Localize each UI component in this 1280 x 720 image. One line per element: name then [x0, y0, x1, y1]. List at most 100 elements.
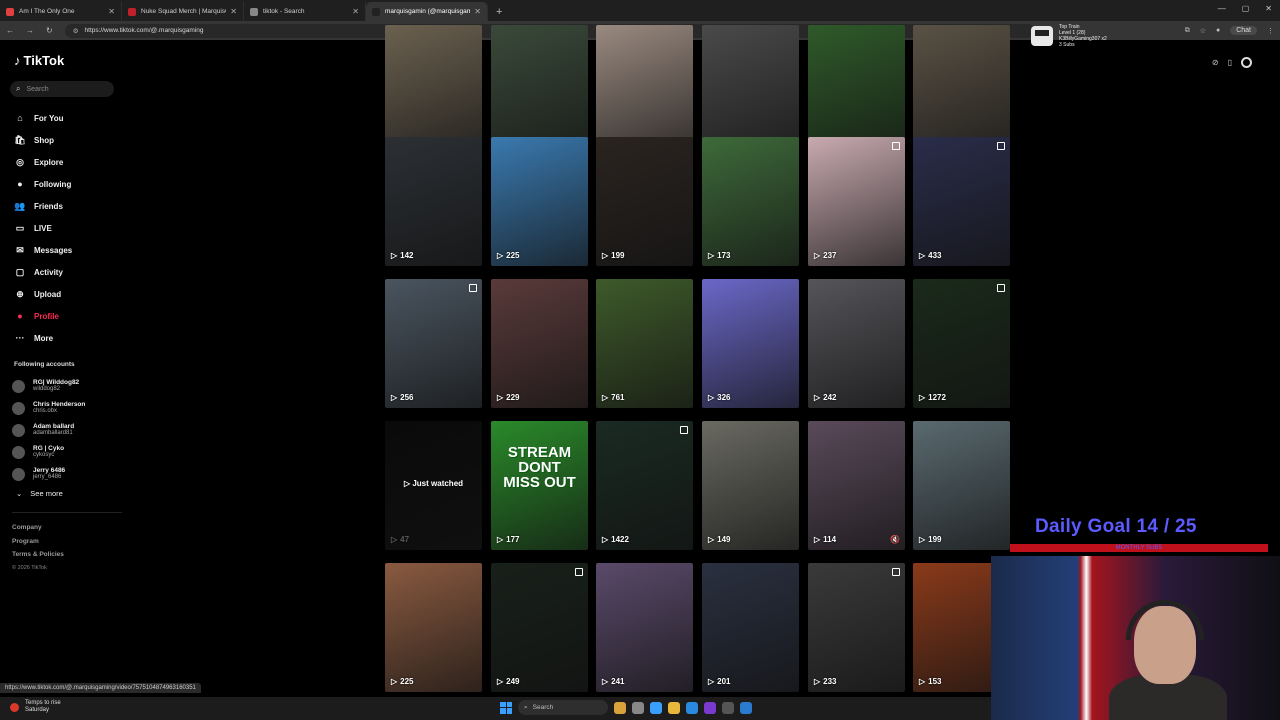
account-name: RG | Cyko [33, 445, 65, 452]
following-account[interactable]: Chris Henderson chris.obx [12, 397, 85, 419]
sidebar-item-for-you[interactable]: ⌂ For You [13, 107, 72, 129]
video-thumbnail[interactable]: ▷ 173 [702, 137, 799, 266]
video-thumbnail[interactable]: ▷243 [808, 25, 905, 154]
play-icon: ▷ [497, 393, 504, 402]
app-icon[interactable] [632, 701, 644, 714]
back-icon[interactable]: ← [6, 26, 14, 35]
video-thumbnail[interactable]: 🔇 ▷ 114 [808, 421, 905, 550]
chrome-icon[interactable] [686, 701, 698, 714]
mute-icon[interactable]: 🔇 [890, 535, 900, 544]
close-window-icon[interactable]: ✕ [1265, 4, 1272, 13]
video-thumbnail[interactable]: ▷ 201 [702, 563, 799, 692]
following-account[interactable]: RG | Cyko cykosyc [12, 441, 85, 463]
start-icon[interactable] [500, 701, 512, 714]
tab-favicon-icon [6, 7, 14, 16]
video-thumbnail[interactable]: ▷198 [702, 25, 799, 154]
video-thumbnail[interactable]: ▷417 [491, 25, 588, 154]
video-thumbnail[interactable]: ▷ 237 [808, 137, 905, 266]
minimize-icon[interactable]: — [1218, 4, 1226, 13]
see-more-button[interactable]: ⌄ See more [16, 489, 63, 498]
task-view-icon[interactable] [614, 701, 626, 714]
footer-link-company[interactable]: Company [12, 521, 64, 535]
folder-icon[interactable] [668, 701, 680, 714]
weather-widget[interactable]: Temps to rise Saturday [10, 700, 61, 714]
video-thumbnail[interactable]: ▷ 233 [808, 563, 905, 692]
edge-icon[interactable] [650, 701, 662, 714]
browser-tab[interactable]: tiktok - Search ✕ [244, 2, 366, 21]
maximize-icon[interactable]: ▢ [1242, 4, 1250, 13]
footer-link-program[interactable]: Program [12, 535, 64, 549]
profile-icon[interactable]: ● [1216, 27, 1220, 34]
sidebar-item-more[interactable]: ··· More [13, 327, 72, 349]
chat-button[interactable]: Chat [1230, 26, 1257, 35]
video-thumbnail[interactable]: ▷ 199 [596, 137, 693, 266]
browser-tab[interactable]: marquisgamin (@marquisgaming)✕ [366, 2, 488, 21]
new-tab-icon[interactable]: + [496, 6, 502, 18]
taskbar-search[interactable]: ⌕ Search [518, 700, 608, 715]
sidebar-item-messages[interactable]: ✉ Messages [13, 239, 72, 261]
forward-icon[interactable]: → [26, 26, 34, 35]
home-icon: ⌂ [17, 113, 23, 123]
compass-icon[interactable]: ⊘ [1212, 58, 1219, 67]
play-icon: ▷ [708, 677, 715, 686]
sidebar-item-live[interactable]: ▭ LIVE [13, 217, 72, 239]
video-thumbnail[interactable]: ▷ 199 [913, 421, 1010, 550]
sidebar-item-friends[interactable]: 👥 Friends [13, 195, 72, 217]
browser-tab[interactable]: Nuke Squad Merch | MarquisGam ✕ [122, 2, 244, 21]
device-icon[interactable]: ▯ [1228, 58, 1232, 67]
terminal-icon[interactable] [740, 701, 752, 714]
video-thumbnail[interactable]: ▷ 225 [385, 563, 482, 692]
video-thumbnail[interactable]: ▷ 242 [808, 279, 905, 408]
account-name: Chris Henderson [33, 401, 86, 408]
menu-icon[interactable]: ⋮ [1267, 27, 1274, 35]
close-tab-icon[interactable]: ✕ [352, 7, 359, 16]
video-thumbnail[interactable]: ▷ 761 [596, 279, 693, 408]
sidebar-item-explore[interactable]: ◎ Explore [13, 151, 72, 173]
sidebar-item-label: More [34, 333, 54, 343]
video-thumbnail[interactable]: ▷ 142 [385, 137, 482, 266]
video-thumbnail[interactable]: ▷528 [596, 25, 693, 154]
pinned-icon [892, 142, 900, 150]
obs-icon[interactable] [704, 701, 716, 714]
video-thumbnail[interactable]: ▷ 1422 [596, 421, 693, 550]
sidebar-item-upload[interactable]: ⊕ Upload [13, 283, 72, 305]
following-account[interactable]: Jerry 6486 jerry_6486 [12, 463, 85, 485]
thumbnail-text: STREAM DONT MISS OUT [503, 444, 576, 491]
sidebar-item-activity[interactable]: ▢ Activity [13, 261, 72, 283]
video-thumbnail[interactable]: ▷ 229 [491, 279, 588, 408]
close-tab-icon[interactable]: ✕ [474, 7, 481, 16]
video-thumbnail[interactable]: STREAM DONT MISS OUT ▷ 177 [491, 421, 588, 550]
video-thumbnail[interactable]: ▷ 249 [491, 563, 588, 692]
following-account[interactable]: RG| Wilddog82 wilddog82 [12, 375, 85, 397]
browser-tab[interactable]: Am I The Only One ✕ [0, 2, 122, 21]
sidebar-item-profile[interactable]: ● Profile [13, 305, 72, 327]
app-icon[interactable] [722, 701, 734, 714]
video-thumbnail[interactable]: ▷ 149 [702, 421, 799, 550]
video-thumbnail[interactable]: ▷ 225 [491, 137, 588, 266]
video-thumbnail[interactable]: ▷ 256 [385, 279, 482, 408]
sidebar-item-following[interactable]: ● Following [13, 173, 72, 195]
play-icon: ▷ [602, 535, 609, 544]
footer-link-terms[interactable]: Terms & Policies [12, 548, 64, 562]
tab-favicon-icon [372, 7, 380, 16]
video-thumbnail[interactable]: ▷ 433 [913, 137, 1010, 266]
bookmark-icon[interactable]: ☆ [1200, 27, 1206, 35]
extensions-icon[interactable]: ⧉ [1185, 27, 1190, 35]
close-tab-icon[interactable]: ✕ [108, 7, 115, 16]
video-thumbnail[interactable]: ▷165 [913, 25, 1010, 154]
video-thumbnail[interactable]: ▷ Just watched ▷ 47 [385, 421, 482, 550]
search-input[interactable]: ⌕ Search [10, 81, 114, 97]
site-info-icon[interactable]: ⚙ [73, 27, 79, 35]
video-thumbnail[interactable]: ▷143 [385, 25, 482, 154]
video-thumbnail[interactable]: ▷ 241 [596, 563, 693, 692]
video-thumbnail[interactable]: ▷ 1272 [913, 279, 1010, 408]
tiktok-logo[interactable]: ♪ TikTok [14, 53, 64, 68]
following-account[interactable]: Adam ballard adamballard81 [12, 419, 85, 441]
profile-ring-icon[interactable] [1241, 57, 1252, 68]
close-tab-icon[interactable]: ✕ [230, 7, 237, 16]
sidebar-item-shop[interactable]: 🛍 Shop [13, 129, 72, 151]
view-count: ▷ 153 [919, 677, 942, 686]
video-thumbnail[interactable]: ▷ 326 [702, 279, 799, 408]
reload-icon[interactable]: ↻ [46, 26, 53, 35]
play-icon: ▷ [814, 535, 821, 544]
